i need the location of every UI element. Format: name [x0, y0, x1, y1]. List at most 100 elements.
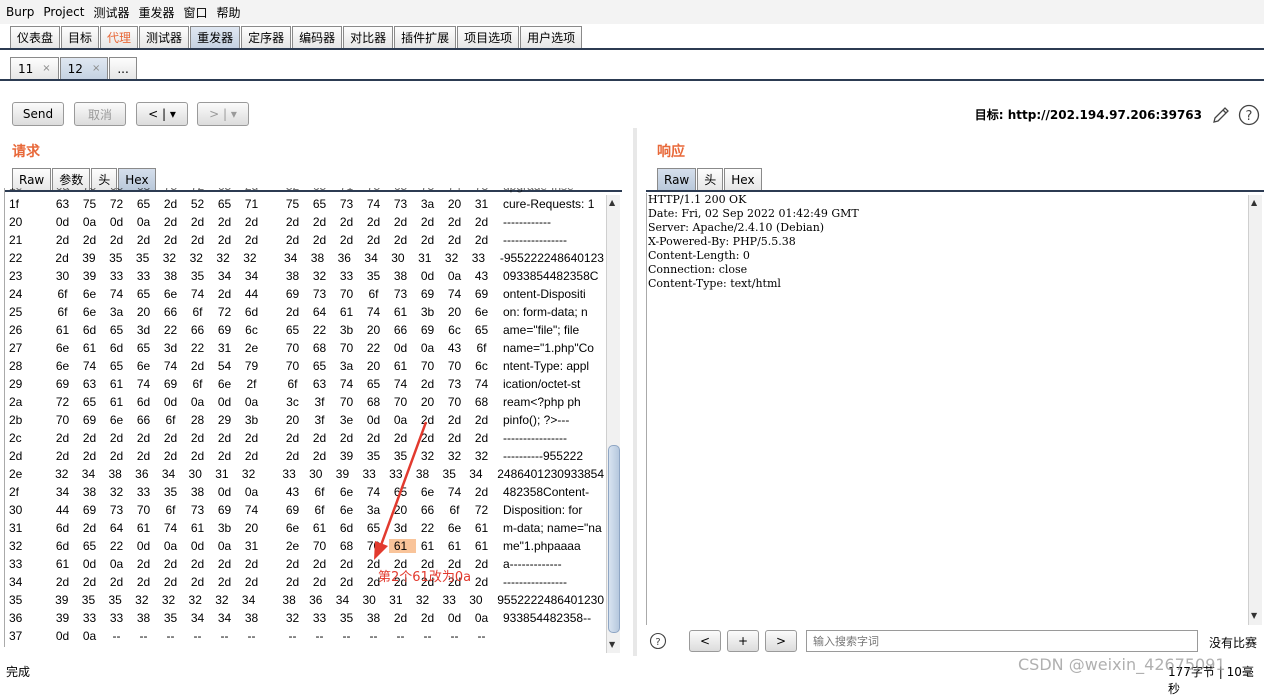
hex-byte[interactable]: -- [389, 629, 416, 643]
hex-byte[interactable]: 20 [362, 323, 389, 337]
hex-byte[interactable]: 35 [104, 593, 131, 607]
cancel-button[interactable]: 取消 [74, 102, 126, 126]
hex-byte[interactable]: 38 [362, 611, 389, 625]
hex-byte[interactable]: 74 [443, 188, 470, 193]
menu-project[interactable]: Project [43, 5, 84, 19]
hex-byte[interactable]: 2d [389, 233, 416, 247]
hex-byte[interactable]: 73 [443, 377, 470, 391]
hex-byte[interactable]: 2d [159, 557, 186, 571]
hex-byte[interactable]: 38 [281, 269, 308, 283]
hex-byte[interactable]: 43 [470, 269, 497, 283]
hex-byte[interactable]: 61 [470, 539, 497, 553]
hex-byte[interactable]: 2d [335, 233, 362, 247]
hex-byte[interactable]: 2d [105, 233, 132, 247]
hex-byte[interactable]: 2d [416, 611, 443, 625]
hex-byte[interactable]: 0d [416, 269, 443, 283]
hex-byte[interactable]: 32 [281, 611, 308, 625]
hex-byte[interactable]: 2d [362, 233, 389, 247]
hex-byte[interactable]: 2d [240, 557, 267, 571]
hex-byte[interactable]: 75 [78, 197, 105, 211]
hex-byte[interactable]: 6d [78, 323, 105, 337]
hex-byte[interactable]: 35 [335, 611, 362, 625]
hex-byte[interactable]: 75 [362, 188, 389, 193]
hex-byte[interactable]: -- [213, 629, 240, 643]
hex-byte[interactable]: -- [335, 629, 362, 643]
hex-byte[interactable]: 32 [105, 485, 132, 499]
hex-byte[interactable]: 2d [470, 431, 497, 445]
close-icon[interactable]: × [92, 63, 100, 74]
hex-byte[interactable]: 0d [78, 557, 105, 571]
hex-byte[interactable]: 66 [159, 305, 186, 319]
hex-byte[interactable]: 54 [213, 359, 240, 373]
hex-byte[interactable]: 6e [51, 359, 78, 373]
hex-byte[interactable]: 36 [130, 467, 157, 481]
tab-extender[interactable]: 插件扩展 [394, 26, 457, 48]
hex-byte[interactable]: 68 [335, 539, 362, 553]
hex-byte[interactable]: 2d [335, 575, 362, 589]
hex-byte[interactable]: 69 [78, 413, 105, 427]
hex-byte[interactable]: 0d [105, 215, 132, 229]
scroll-thumb[interactable] [608, 445, 620, 633]
hex-byte[interactable]: 65 [281, 323, 308, 337]
hex-byte[interactable]: 65 [389, 188, 416, 193]
hex-byte[interactable]: 30 [184, 467, 211, 481]
hex-byte[interactable]: 2d [159, 233, 186, 247]
hex-byte[interactable]: 33 [308, 611, 335, 625]
hex-byte[interactable]: 2d [186, 233, 213, 247]
hex-byte[interactable]: 35 [438, 467, 465, 481]
hex-byte[interactable]: 6d [132, 395, 159, 409]
hex-byte[interactable]: 32 [411, 593, 438, 607]
hex-byte[interactable]: 32 [212, 251, 239, 265]
hex-byte[interactable]: 65 [105, 359, 132, 373]
hex-byte[interactable]: 2d [281, 449, 308, 463]
response-tab-hex[interactable]: Hex [724, 168, 762, 190]
hex-byte[interactable]: -- [159, 629, 186, 643]
scroll-down-icon[interactable]: ▼ [1251, 611, 1257, 620]
hex-byte[interactable]: 34 [213, 269, 240, 283]
hex-byte[interactable]: 2d [78, 449, 105, 463]
hex-byte[interactable]: 38 [104, 467, 131, 481]
hex-byte[interactable]: 43 [443, 341, 470, 355]
hex-byte[interactable]: 2d [186, 359, 213, 373]
help-icon[interactable]: ? [1238, 104, 1260, 126]
close-icon[interactable]: × [42, 63, 50, 74]
hex-byte[interactable]: 2d [470, 233, 497, 247]
hex-byte[interactable]: 2d [78, 575, 105, 589]
hex-byte[interactable]: 0d [51, 629, 78, 643]
hex-byte[interactable]: 65 [362, 377, 389, 391]
hex-byte[interactable]: 30 [358, 593, 385, 607]
hex-byte[interactable]: 63 [132, 188, 159, 193]
tab-decoder[interactable]: 编码器 [292, 26, 343, 48]
hex-byte[interactable]: 6e [132, 359, 159, 373]
request-tab-raw[interactable]: Raw [12, 168, 52, 190]
hex-byte[interactable]: 34 [213, 611, 240, 625]
hex-byte[interactable]: 2e [240, 341, 267, 355]
hex-byte[interactable]: 61 [308, 521, 335, 535]
hex-byte[interactable]: 3b [213, 521, 240, 535]
hex-byte[interactable]: 39 [335, 449, 362, 463]
hex-byte[interactable]: 74 [389, 377, 416, 391]
hex-byte[interactable]: 2d [470, 215, 497, 229]
hex-byte[interactable]: 22 [105, 539, 132, 553]
hex-byte[interactable]: 32 [237, 467, 264, 481]
hex-byte[interactable]: 2d [186, 215, 213, 229]
request-tab-headers[interactable]: 头 [91, 168, 118, 190]
hex-byte[interactable]: 38 [278, 593, 305, 607]
hex-byte[interactable]: 2d [240, 215, 267, 229]
hex-byte[interactable]: 2d [308, 449, 335, 463]
hex-byte[interactable]: 35 [131, 251, 158, 265]
hex-byte[interactable]: 2d [186, 449, 213, 463]
hex-byte[interactable]: 74 [335, 377, 362, 391]
pencil-icon[interactable] [1210, 104, 1232, 126]
hex-byte[interactable]: 2d [470, 413, 497, 427]
forward-button[interactable]: > | ▾ [197, 102, 249, 126]
hex-byte[interactable]: 33 [78, 611, 105, 625]
hex-byte[interactable]: 32 [157, 593, 184, 607]
hex-byte[interactable]: -- [362, 629, 389, 643]
hex-byte[interactable]: 39 [50, 593, 77, 607]
repeater-tab-11[interactable]: 11 × [10, 57, 59, 79]
hex-byte[interactable]: 2d [308, 575, 335, 589]
hex-byte[interactable]: 22 [186, 341, 213, 355]
hex-byte[interactable]: 33 [438, 593, 465, 607]
hex-byte[interactable]: 39 [51, 611, 78, 625]
